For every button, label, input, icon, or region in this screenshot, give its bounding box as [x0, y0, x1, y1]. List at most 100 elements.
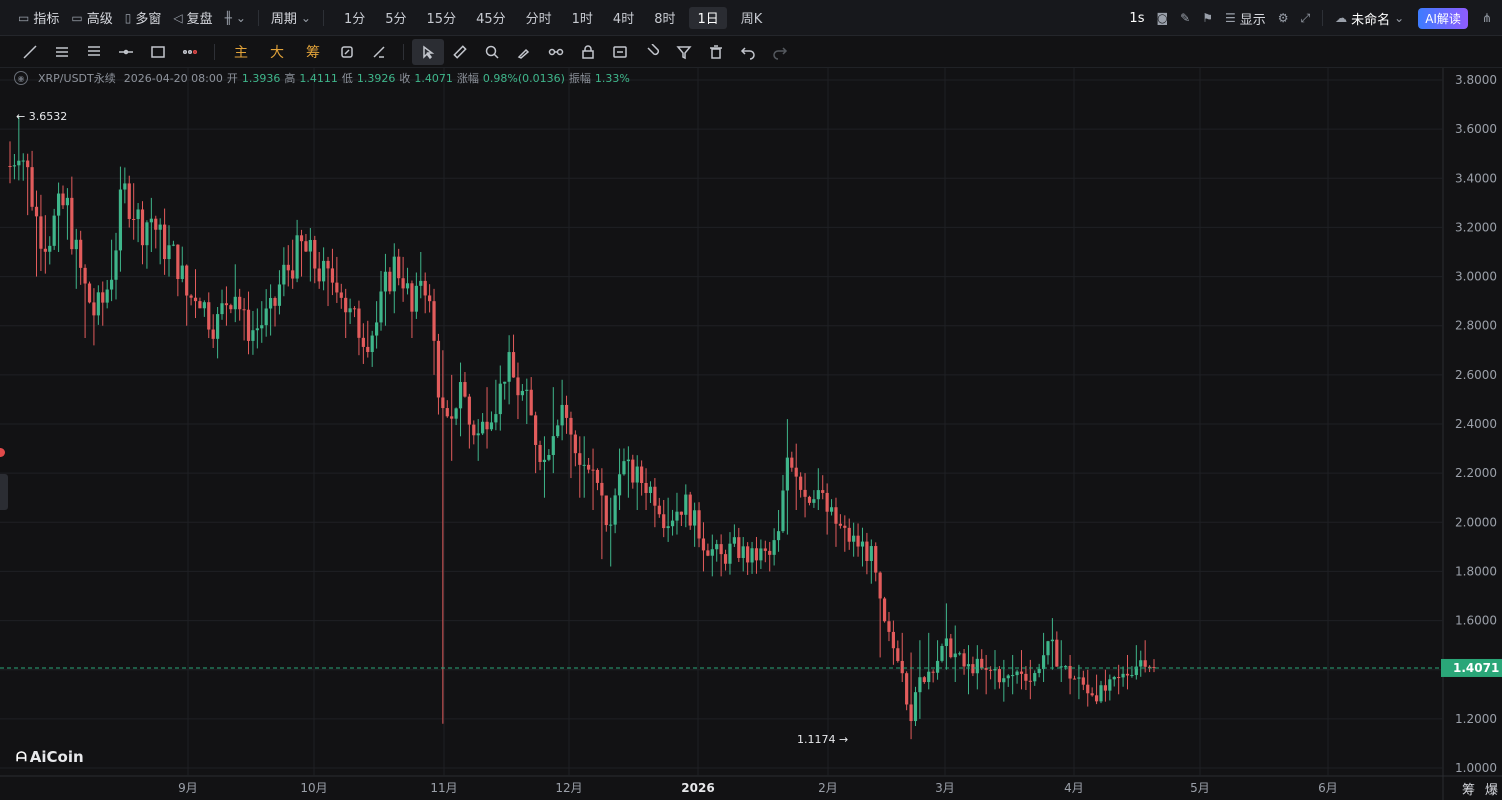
magnet-tool[interactable]: [331, 39, 363, 65]
candle-body: [1125, 673, 1130, 676]
zoom-tool[interactable]: [476, 39, 508, 65]
divider: [257, 9, 259, 26]
candle-body: [286, 264, 290, 271]
horizontal-line-icon: [119, 49, 133, 54]
select-tool[interactable]: [412, 38, 444, 65]
big-order-button[interactable]: 大: [259, 39, 295, 65]
liquidation-toggle[interactable]: 爆: [1485, 779, 1498, 798]
chips-toggle[interactable]: 筹: [1462, 779, 1475, 798]
trend-line-tool[interactable]: [14, 39, 46, 65]
share-button[interactable]: ⋔: [1476, 0, 1502, 36]
eye-icon[interactable]: ◉: [14, 71, 28, 85]
period-9[interactable]: 周K: [731, 8, 773, 27]
period-0[interactable]: 1分: [334, 8, 375, 27]
lock-tool[interactable]: [572, 39, 604, 65]
ruler-tool[interactable]: [444, 39, 476, 65]
chips-button[interactable]: 筹: [295, 39, 331, 65]
channel-icon: [56, 46, 68, 57]
ai-interpret-button[interactable]: AI解读: [1418, 7, 1468, 29]
candle-body: [436, 340, 441, 398]
share-screen-button[interactable]: ⚑: [1196, 0, 1219, 36]
candle-body: [1037, 668, 1041, 674]
period-4[interactable]: 分时: [516, 8, 562, 27]
candle-body: [856, 535, 860, 547]
candle-body: [962, 653, 966, 667]
period-3[interactable]: 45分: [466, 8, 516, 27]
display-button[interactable]: ☰ 显示: [1219, 0, 1272, 36]
candle-body: [564, 404, 569, 418]
candle-body: [675, 511, 679, 521]
grid-icon: ▯: [124, 10, 132, 25]
candle-body: [958, 653, 962, 655]
replay-label: 复盘: [186, 12, 213, 27]
x-tick-label: 3月: [935, 781, 955, 795]
settings-button[interactable]: ⚙: [1272, 0, 1295, 36]
chart-type-dropdown[interactable]: ╫ ⌄: [219, 0, 252, 36]
layout-dropdown[interactable]: ☁ 未命名 ⌄: [1329, 0, 1410, 36]
candle-body: [648, 486, 653, 494]
filter-tool[interactable]: [668, 39, 700, 65]
candle-body: [1121, 673, 1125, 678]
candle-body: [335, 282, 339, 293]
advanced-button[interactable]: ▭ 高级: [65, 0, 118, 36]
candle-body: [176, 244, 180, 279]
chart-area[interactable]: 3.8000 3.6000 3.4000 3.2000 3.0000 2.8000 2.60…: [0, 68, 1502, 800]
y-tick-label: 3.6000: [1455, 122, 1497, 136]
rectangle-tool[interactable]: [142, 39, 174, 65]
period-8[interactable]: 1日: [689, 6, 727, 29]
fib-tool[interactable]: [78, 39, 110, 65]
candle-body: [397, 256, 401, 279]
y-tick-label: 1.8000: [1455, 564, 1497, 578]
candle-body: [966, 664, 971, 667]
x-tick-label: 2月: [818, 781, 838, 795]
period-1[interactable]: 5分: [375, 8, 416, 27]
parallel-channel-tool[interactable]: [46, 39, 78, 65]
x-tick-label: 5月: [1190, 781, 1210, 795]
filter-icon: [676, 45, 692, 59]
brush-tool[interactable]: [508, 39, 540, 65]
sidebar-handle[interactable]: [0, 474, 8, 510]
candle-body: [132, 218, 136, 220]
multi-window-button[interactable]: ▯ 多窗: [119, 0, 168, 36]
candle-body: [829, 507, 834, 512]
main-indicator-button[interactable]: 主: [223, 39, 259, 65]
candle-body: [158, 224, 162, 230]
candle-body: [467, 396, 471, 425]
fullscreen-button[interactable]: ⤢: [1295, 0, 1317, 36]
pattern-tool[interactable]: [540, 39, 572, 65]
camera-icon: ◙: [1156, 11, 1169, 25]
period-7[interactable]: 8时: [644, 8, 685, 27]
expand-icon: ⤢: [1300, 10, 1311, 25]
chevron-down-icon: ⌄: [235, 10, 246, 25]
horizontal-line-tool[interactable]: [110, 39, 142, 65]
candle-body: [352, 308, 357, 310]
hide-tool[interactable]: [604, 39, 636, 65]
pen-button[interactable]: ✎: [1174, 0, 1196, 36]
delete-tool[interactable]: [700, 39, 732, 65]
indicators-button[interactable]: ▭ 指标: [0, 0, 65, 36]
candle-body: [812, 499, 816, 503]
period-6[interactable]: 4时: [603, 8, 644, 27]
candle-body: [591, 469, 595, 471]
candle-body: [666, 526, 670, 529]
undo-button[interactable]: [732, 39, 764, 65]
replay-button[interactable]: ◁ 复盘: [167, 0, 218, 36]
period-dropdown[interactable]: 周期 ⌄: [265, 0, 317, 36]
candle-body: [834, 507, 838, 524]
magnet-snap-tool[interactable]: [636, 39, 668, 65]
interval-button[interactable]: 1s: [1123, 0, 1150, 36]
candlestick-chart[interactable]: 3.8000 3.6000 3.4000 3.2000 3.0000 2.8000 2.60…: [0, 68, 1502, 800]
candle-body: [476, 433, 480, 436]
candle-body: [167, 245, 171, 260]
redo-button[interactable]: [764, 39, 796, 65]
candle-body: [494, 414, 498, 423]
candle-body: [432, 301, 436, 341]
camera-button[interactable]: ◙: [1150, 0, 1174, 36]
candle-body: [145, 222, 149, 246]
more-tools[interactable]: [174, 39, 206, 65]
period-5[interactable]: 1时: [562, 8, 603, 27]
measure-tool[interactable]: [363, 39, 395, 65]
candle-body: [299, 235, 304, 242]
rectangle-icon: [151, 45, 165, 58]
period-2[interactable]: 15分: [417, 8, 467, 27]
